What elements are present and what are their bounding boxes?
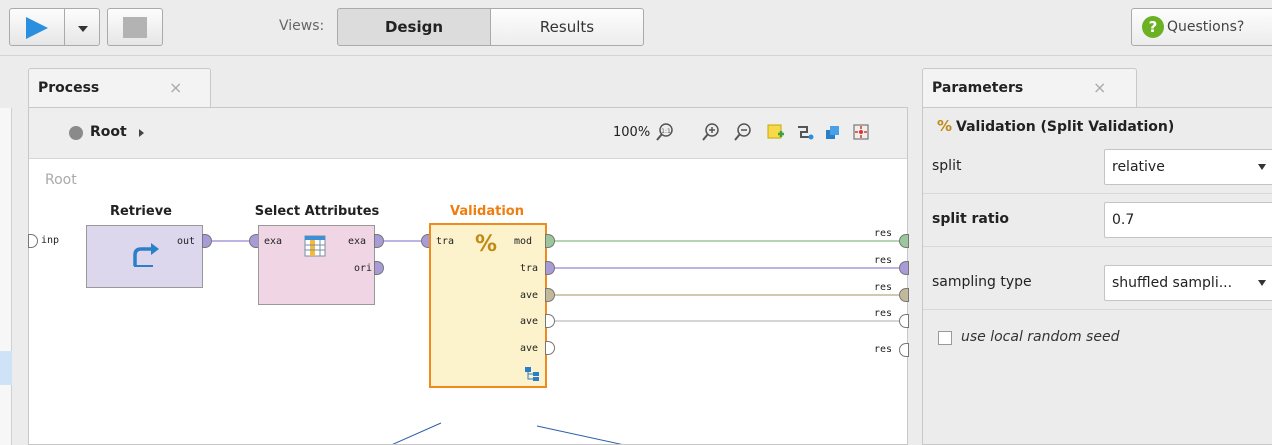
left-side-panel (0, 108, 12, 445)
validation-out-port-label-3: ave (520, 316, 539, 327)
result-port-label-4: res (874, 344, 893, 355)
retrieve-arrow-icon (133, 243, 159, 267)
process-tab-title: Process (38, 80, 100, 96)
questions-button[interactable]: ? Questions? (1131, 8, 1272, 46)
split-validation-icon: % (937, 117, 953, 135)
chevron-down-icon (78, 26, 88, 32)
attribute-table-icon (304, 235, 326, 257)
process-input-port-label: inp (41, 235, 60, 246)
param-split-dropdown[interactable]: relative (1104, 149, 1272, 185)
select-attributes-operator[interactable]: exa exa ori (258, 225, 375, 305)
validation-operator[interactable]: tra % mod tra ave ave ave (429, 223, 547, 388)
param-label-split-ratio: split ratio (932, 211, 1009, 227)
param-label-sampling-type: sampling type (932, 274, 1032, 290)
process-panel: Root 100% 1:1 Root inp Retrieve out Sele… (28, 107, 909, 445)
results-view-tab[interactable]: Results (490, 8, 644, 46)
subprocess-icon[interactable] (524, 366, 540, 382)
param-split-ratio-value: 0.7 (1112, 212, 1135, 228)
result-port-4[interactable] (899, 343, 909, 357)
param-sampling-type-value: shuffled sampli... (1112, 275, 1233, 291)
main-toolbar: Views: Design Results ? Questions? (0, 0, 1272, 56)
param-label-split: split (932, 158, 962, 174)
result-port-1[interactable] (899, 261, 909, 275)
result-port-label-0: res (874, 228, 893, 239)
result-port-label-3: res (874, 308, 893, 319)
help-icon: ? (1142, 16, 1164, 38)
use-local-random-seed-checkbox[interactable] (938, 331, 952, 345)
parameters-panel-tab[interactable]: Parameters × (922, 68, 1137, 108)
retrieve-operator[interactable]: out (86, 225, 203, 288)
validation-out-port-label-2: ave (520, 290, 539, 301)
views-label: Views: (279, 18, 325, 34)
validation-in-port-label: tra (436, 236, 455, 247)
retrieve-out-port-label: out (177, 236, 196, 247)
param-row-split-ratio: split ratio 0.7 (923, 194, 1272, 247)
result-port-0[interactable] (899, 234, 909, 248)
result-port-3[interactable] (899, 314, 909, 328)
validation-out-port-label-0: mod (514, 236, 533, 247)
param-sampling-type-dropdown[interactable]: shuffled sampli... (1104, 265, 1272, 301)
select-attributes-out-port-label-1: ori (354, 263, 373, 274)
questions-label: Questions? (1167, 19, 1245, 35)
split-validation-icon: % (475, 232, 498, 257)
result-port-label-1: res (874, 255, 893, 266)
annotation-line-left (392, 422, 442, 444)
validation-operator-title: Validation (450, 204, 524, 219)
stop-icon (123, 17, 147, 38)
validation-out-port-label-4: ave (520, 343, 539, 354)
select-attributes-out-port-label-0: exa (348, 236, 367, 247)
retrieve-operator-title: Retrieve (109, 204, 173, 219)
result-port-2[interactable] (899, 288, 909, 302)
param-split-ratio-input[interactable]: 0.7 (1104, 202, 1272, 238)
result-port-label-2: res (874, 282, 893, 293)
parameters-tab-close-icon[interactable]: × (1093, 78, 1106, 97)
dropdown-arrow-icon (1258, 164, 1266, 170)
param-row-split: split relative (923, 141, 1272, 194)
use-local-random-seed-label: use local random seed (961, 329, 1120, 345)
play-icon (26, 17, 48, 39)
run-button[interactable] (9, 8, 65, 46)
process-tab-close-icon[interactable]: × (169, 78, 182, 97)
parameters-panel: % Validation (Split Validation) split re… (922, 107, 1272, 445)
dropdown-arrow-icon (1258, 280, 1266, 286)
parameters-tab-title: Parameters (932, 80, 1024, 96)
design-view-tab[interactable]: Design (337, 8, 491, 46)
stop-button[interactable] (107, 8, 163, 46)
validation-out-port-label-1: tra (520, 263, 539, 274)
param-row-sampling-type: sampling type shuffled sampli... (923, 257, 1272, 310)
left-panel-selected-row[interactable] (0, 351, 12, 385)
select-attributes-operator-title: Select Attributes (254, 204, 380, 219)
parameters-operator-title: Validation (Split Validation) (956, 119, 1175, 135)
process-panel-tab[interactable]: Process × (28, 68, 211, 108)
select-attributes-in-port-label: exa (264, 236, 283, 247)
run-options-dropdown[interactable] (64, 8, 100, 46)
annotation-line-right (536, 425, 623, 444)
param-split-value: relative (1112, 159, 1165, 175)
